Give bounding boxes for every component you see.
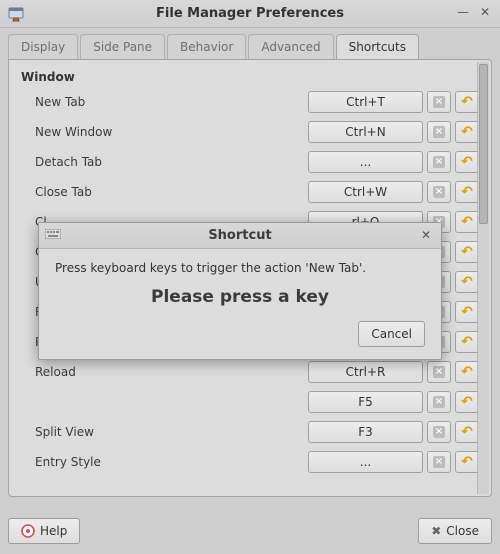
reset-shortcut-button[interactable]: ↶ (455, 151, 479, 173)
clear-icon: × (433, 426, 445, 438)
reset-shortcut-button[interactable]: ↶ (455, 211, 479, 233)
close-button-label: Close (446, 524, 479, 538)
clear-shortcut-button[interactable]: × (427, 391, 451, 413)
reset-shortcut-button[interactable]: ↶ (455, 271, 479, 293)
shortcut-row: New Tab Ctrl+T × ↶ (21, 90, 479, 113)
shortcut-label: Detach Tab (21, 155, 201, 169)
dialog-instruction: Press keyboard keys to trigger the actio… (55, 261, 425, 275)
reset-shortcut-button[interactable]: ↶ (455, 121, 479, 143)
shortcut-row: Split View F3 × ↶ (21, 420, 479, 443)
reset-shortcut-button[interactable]: ↶ (455, 451, 479, 473)
window-title: File Manager Preferences (0, 6, 500, 21)
shortcut-button[interactable]: ... (308, 151, 423, 173)
cancel-button[interactable]: Cancel (358, 321, 425, 347)
reset-shortcut-button[interactable]: ↶ (455, 331, 479, 353)
shortcut-label: New Window (21, 125, 201, 139)
reset-shortcut-button[interactable]: ↶ (455, 361, 479, 383)
shortcut-label: New Tab (21, 95, 201, 109)
shortcut-row: F5 × ↶ (21, 390, 479, 413)
titlebar: File Manager Preferences — ✕ (0, 0, 500, 28)
window-controls: — ✕ (454, 4, 494, 22)
undo-icon: ↶ (461, 454, 473, 470)
undo-icon: ↶ (461, 364, 473, 380)
clear-shortcut-button[interactable]: × (427, 151, 451, 173)
close-icon: ✖ (431, 524, 441, 538)
undo-icon: ↶ (461, 394, 473, 410)
dialog-prompt: Please press a key (55, 287, 425, 307)
shortcut-button[interactable]: F5 (308, 391, 423, 413)
help-icon (21, 524, 35, 538)
dialog-close-button[interactable]: ✕ (417, 227, 435, 245)
tab-behavior[interactable]: Behavior (167, 34, 246, 59)
shortcut-label: Split View (21, 425, 201, 439)
help-button[interactable]: Help (8, 518, 80, 544)
shortcut-label: Reload (21, 365, 201, 379)
scrollbar-thumb[interactable] (479, 64, 488, 224)
dialog-titlebar: Shortcut ✕ (39, 223, 441, 249)
shortcut-row: Detach Tab ... × ↶ (21, 150, 479, 173)
dialog-title: Shortcut (39, 228, 441, 243)
section-title-window: Window (21, 70, 479, 84)
undo-icon: ↶ (461, 94, 473, 110)
reset-shortcut-button[interactable]: ↶ (455, 91, 479, 113)
tab-advanced[interactable]: Advanced (248, 34, 333, 59)
clear-icon: × (433, 126, 445, 138)
tab-display[interactable]: Display (8, 34, 78, 59)
clear-icon: × (433, 96, 445, 108)
undo-icon: ↶ (461, 184, 473, 200)
shortcut-button[interactable]: F3 (308, 421, 423, 443)
shortcut-row: Reload Ctrl+R × ↶ (21, 360, 479, 383)
shortcut-button[interactable]: ... (308, 451, 423, 473)
clear-icon: × (433, 186, 445, 198)
clear-shortcut-button[interactable]: × (427, 451, 451, 473)
dialog-body: Press keyboard keys to trigger the actio… (39, 249, 441, 359)
reset-shortcut-button[interactable]: ↶ (455, 421, 479, 443)
tab-bar: Display Side Pane Behavior Advanced Shor… (8, 34, 492, 59)
clear-icon: × (433, 456, 445, 468)
close-window-button[interactable]: ✕ (476, 4, 494, 22)
cancel-button-label: Cancel (371, 327, 412, 341)
shortcut-button[interactable]: Ctrl+N (308, 121, 423, 143)
vertical-scrollbar[interactable] (477, 62, 489, 494)
undo-icon: ↶ (461, 304, 473, 320)
shortcut-row: Close Tab Ctrl+W × ↶ (21, 180, 479, 203)
reset-shortcut-button[interactable]: ↶ (455, 301, 479, 323)
reset-shortcut-button[interactable]: ↶ (455, 241, 479, 263)
close-button[interactable]: ✖ Close (418, 518, 492, 544)
shortcut-button[interactable]: Ctrl+W (308, 181, 423, 203)
clear-shortcut-button[interactable]: × (427, 121, 451, 143)
shortcut-button[interactable]: Ctrl+T (308, 91, 423, 113)
reset-shortcut-button[interactable]: ↶ (455, 391, 479, 413)
undo-icon: ↶ (461, 244, 473, 260)
undo-icon: ↶ (461, 124, 473, 140)
tab-side-pane[interactable]: Side Pane (80, 34, 165, 59)
clear-icon: × (433, 366, 445, 378)
undo-icon: ↶ (461, 154, 473, 170)
clear-shortcut-button[interactable]: × (427, 91, 451, 113)
tab-shortcuts[interactable]: Shortcuts (336, 34, 419, 59)
undo-icon: ↶ (461, 214, 473, 230)
clear-shortcut-button[interactable]: × (427, 361, 451, 383)
shortcut-dialog: Shortcut ✕ Press keyboard keys to trigge… (38, 222, 442, 360)
shortcut-row: Entry Style ... × ↶ (21, 450, 479, 473)
shortcut-label: Close Tab (21, 185, 201, 199)
clear-icon: × (433, 396, 445, 408)
reset-shortcut-button[interactable]: ↶ (455, 181, 479, 203)
shortcut-label: Entry Style (21, 455, 201, 469)
help-button-label: Help (40, 524, 67, 538)
dialog-footer: Help ✖ Close (8, 518, 492, 546)
minimize-button[interactable]: — (454, 4, 472, 22)
clear-shortcut-button[interactable]: × (427, 181, 451, 203)
shortcut-row: New Window Ctrl+N × ↶ (21, 120, 479, 143)
clear-shortcut-button[interactable]: × (427, 421, 451, 443)
clear-icon: × (433, 156, 445, 168)
shortcut-button[interactable]: Ctrl+R (308, 361, 423, 383)
undo-icon: ↶ (461, 274, 473, 290)
undo-icon: ↶ (461, 334, 473, 350)
undo-icon: ↶ (461, 424, 473, 440)
